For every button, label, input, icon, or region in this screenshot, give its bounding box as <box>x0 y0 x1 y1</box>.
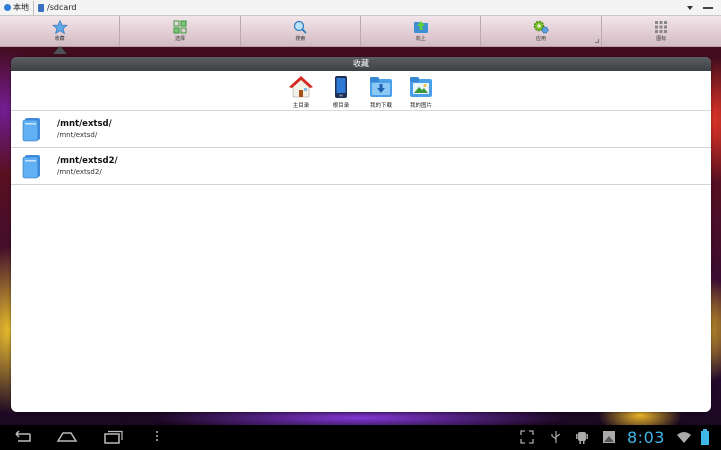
fullscreen-icon[interactable] <box>520 430 534 444</box>
path-dropdown-icon[interactable] <box>687 5 693 10</box>
toolbar-select-button[interactable]: 选择 <box>120 16 241 46</box>
location-label: 本地 <box>13 3 29 12</box>
battery-icon <box>701 429 709 445</box>
grid-view-icon <box>655 21 668 33</box>
toolbar-label: 收藏 <box>54 36 65 42</box>
home-nav-icon[interactable] <box>56 430 78 444</box>
phone-root-icon <box>335 76 347 98</box>
toolbar-favorites-button[interactable]: 收藏 <box>0 16 121 54</box>
usb-icon <box>551 431 561 443</box>
address-bar: 本地 /sdcard <box>0 0 721 16</box>
toolbar-search-button[interactable]: 搜索 <box>241 16 361 46</box>
back-icon[interactable] <box>10 430 32 444</box>
favorite-row-extsd2[interactable]: /mnt/extsd2/ /mnt/extsd2/ <box>11 148 711 185</box>
toolbar: 收藏 选择 搜索 向上 应用 图标 <box>0 16 721 54</box>
toolbar-apps-button[interactable]: 应用 <box>481 16 602 46</box>
sd-folder-icon <box>22 118 40 142</box>
favorite-title: /mnt/extsd2/ <box>57 156 118 166</box>
folder-up-icon <box>413 21 428 33</box>
favorite-title: /mnt/extsd/ <box>57 119 112 129</box>
pictures-folder-icon <box>410 77 432 97</box>
shortcut-root[interactable]: 根目录 <box>328 75 354 109</box>
menu-icon[interactable] <box>155 430 159 442</box>
sd-folder-icon <box>22 155 40 179</box>
shortcut-label: 我的下载 <box>369 103 392 109</box>
toolbar-icon-view-button[interactable]: 图标 <box>602 16 721 46</box>
favorite-path: /mnt/extsd/ <box>57 131 98 139</box>
path-field[interactable]: /sdcard <box>34 1 687 15</box>
clock: 8:03 <box>627 428 665 447</box>
shortcut-downloads[interactable]: 我的下载 <box>368 75 394 109</box>
system-bar: 8:03 <box>0 425 721 450</box>
favorites-shortcuts: 主目录 根目录 我的下载 我的图片 <box>11 71 711 111</box>
android-debug-icon <box>576 432 588 444</box>
select-icon <box>173 20 187 34</box>
current-path: /sdcard <box>47 3 77 12</box>
home-icon <box>289 76 313 98</box>
sdcard-icon <box>38 3 44 12</box>
shortcut-label: 我的图片 <box>409 103 432 109</box>
location-icon <box>4 4 11 11</box>
wifi-icon <box>677 432 691 443</box>
recent-apps-icon[interactable] <box>102 430 124 444</box>
download-folder-icon <box>370 77 392 97</box>
star-icon <box>51 20 68 34</box>
toolbar-label: 搜索 <box>295 36 306 42</box>
shortcut-label: 主目录 <box>292 103 310 109</box>
search-icon <box>294 20 307 34</box>
shortcut-home[interactable]: 主目录 <box>288 75 314 109</box>
location-button[interactable]: 本地 <box>0 0 34 15</box>
toolbar-label: 向上 <box>415 36 426 42</box>
toolbar-label: 应用 <box>535 36 546 42</box>
shortcut-pictures[interactable]: 我的图片 <box>408 75 434 109</box>
favorite-row-extsd[interactable]: /mnt/extsd/ /mnt/extsd/ <box>11 111 711 148</box>
minimize-icon[interactable] <box>703 6 713 9</box>
screenshot-notification-icon <box>603 431 615 443</box>
apps-gear-icon <box>533 20 549 34</box>
favorites-panel: 收藏 主目录 根目录 我的下载 我的图片 /mnt/extsd/ /mnt/ex… <box>11 57 711 412</box>
favorite-path: /mnt/extsd2/ <box>57 168 102 176</box>
toolbar-label: 图标 <box>656 36 667 42</box>
toolbar-label: 选择 <box>174 36 185 42</box>
favorites-title: 收藏 <box>11 57 711 71</box>
shortcut-label: 根目录 <box>332 103 350 109</box>
corner-mark-icon <box>594 39 599 43</box>
toolbar-up-button[interactable]: 向上 <box>361 16 482 46</box>
